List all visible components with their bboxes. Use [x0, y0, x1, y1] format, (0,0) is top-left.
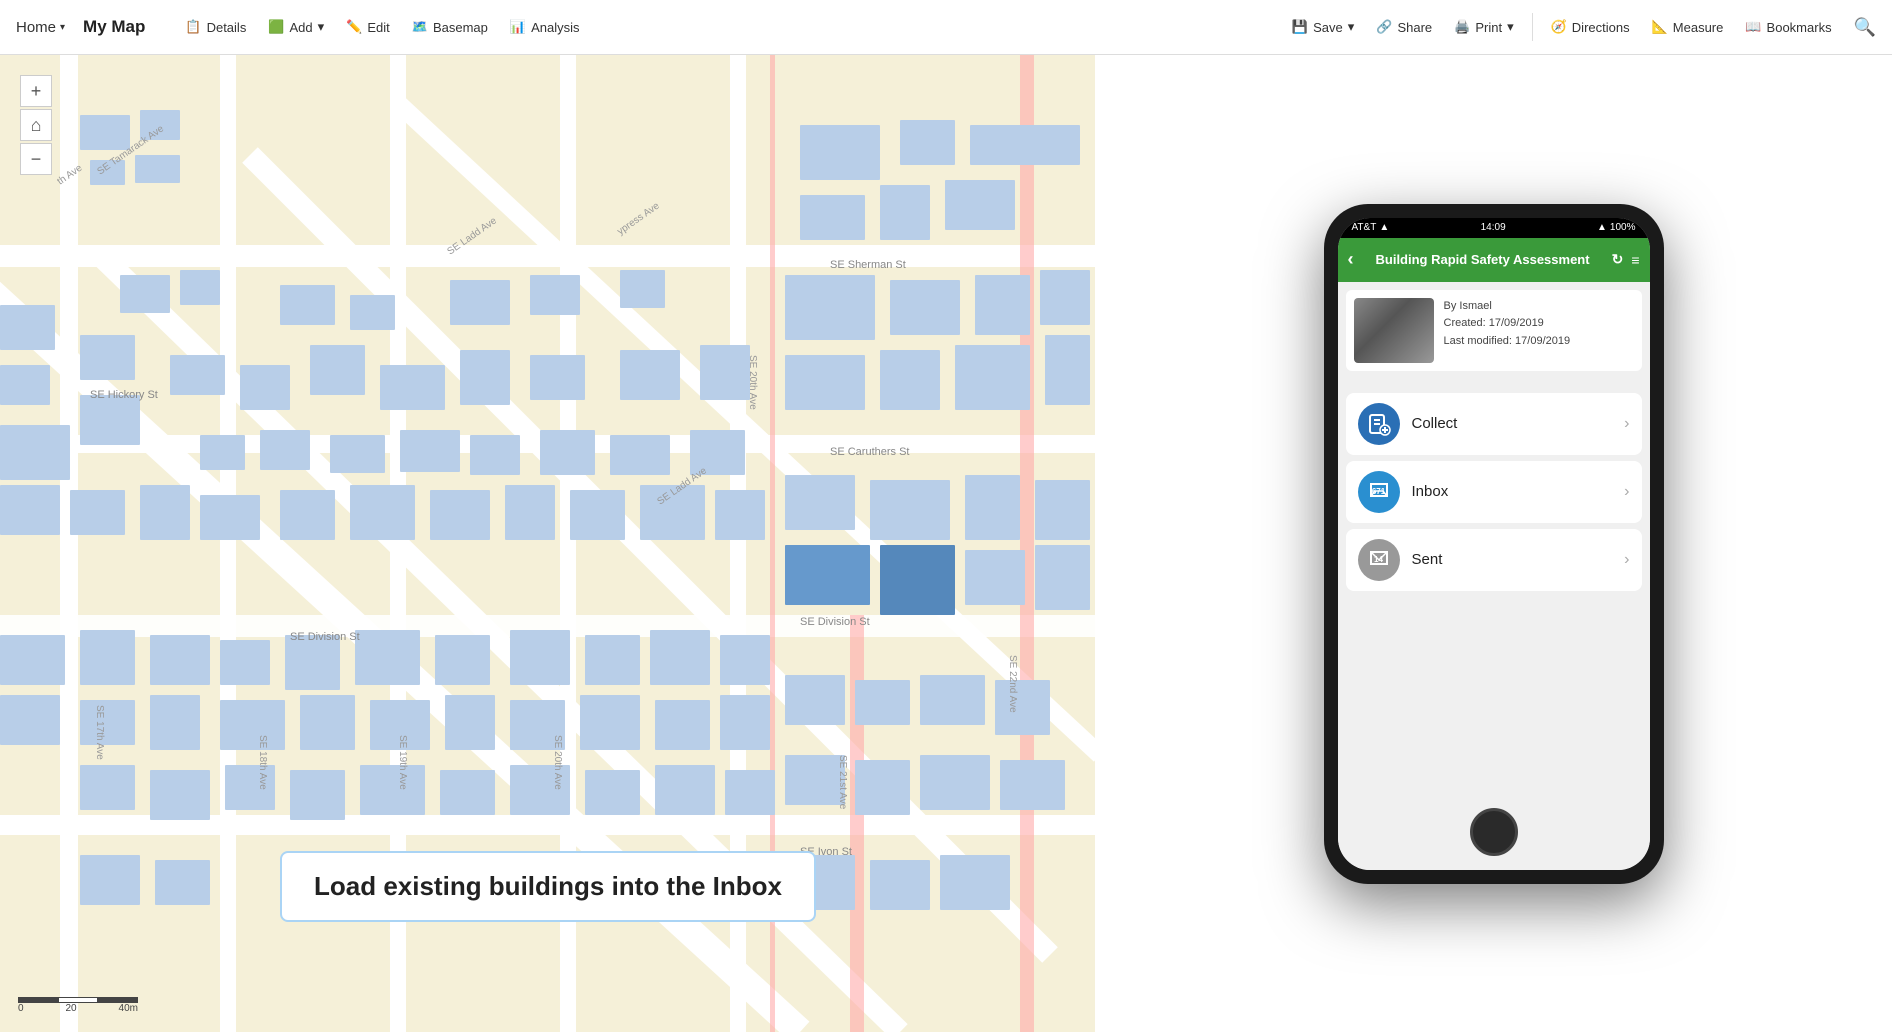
back-button[interactable]: ‹ [1348, 249, 1354, 270]
details-button[interactable]: 📋 Details [175, 13, 256, 41]
details-icon: 📋 [185, 19, 201, 35]
map-controls: + ⌂ − [20, 75, 52, 175]
measure-button[interactable]: 📐 Measure [1642, 13, 1734, 41]
share-icon: 🔗 [1376, 19, 1392, 35]
home-extent-button[interactable]: ⌂ [20, 109, 52, 141]
sent-icon: 14 [1358, 539, 1400, 581]
inbox-badge: 671 [1358, 471, 1400, 513]
phone-mockup: AT&T ▲ 14:09 ▲ 100% ‹ Building Rapid Saf… [1324, 204, 1664, 884]
svg-text:SE Hickory St: SE Hickory St [90, 389, 158, 401]
tooltip-text: Load existing buildings into the Inbox [314, 871, 782, 901]
toolbar-left: 📋 Details 🟩 Add ▾ ✏️ Edit 🗺️ Basemap 📊 A… [175, 13, 589, 41]
svg-text:SE Caruthers St: SE Caruthers St [830, 446, 909, 458]
collect-menu-item[interactable]: Collect › [1346, 393, 1642, 455]
save-dropdown-icon: ▾ [1348, 19, 1355, 35]
bookmarks-button[interactable]: 📖 Bookmarks [1735, 13, 1841, 41]
sync-icon[interactable]: ↻ [1612, 251, 1624, 268]
map-title: My Map [83, 17, 145, 37]
svg-text:SE 18th Ave: SE 18th Ave [257, 735, 268, 790]
sent-menu-item[interactable]: 14 Sent › [1346, 529, 1642, 591]
topbar: Home ▾ My Map 📋 Details 🟩 Add ▾ ✏️ Edit … [0, 0, 1892, 55]
print-dropdown-icon: ▾ [1507, 19, 1514, 35]
battery-label: 100% [1610, 222, 1636, 233]
svg-text:SE Division St: SE Division St [290, 631, 360, 643]
svg-text:SE 21st Ave: SE 21st Ave [837, 755, 848, 810]
inbox-chevron-icon: › [1624, 483, 1629, 501]
survey-info: By Ismael Created: 17/09/2019 Last modif… [1444, 298, 1571, 351]
home-button[interactable]: Home ▾ [16, 19, 65, 36]
add-dropdown-icon: ▾ [318, 19, 325, 35]
sent-label: Sent [1412, 551, 1613, 568]
author-label: By Ismael [1444, 298, 1571, 316]
directions-icon: 🧭 [1551, 19, 1567, 35]
analysis-icon: 📊 [510, 19, 526, 35]
right-panel: AT&T ▲ 14:09 ▲ 100% ‹ Building Rapid Saf… [1095, 55, 1892, 1032]
add-icon: 🟩 [268, 19, 284, 35]
share-button[interactable]: 🔗 Share [1366, 13, 1442, 41]
search-button[interactable]: 🔍 [1854, 17, 1876, 38]
svg-text:SE 20th Ave: SE 20th Ave [747, 355, 758, 410]
edit-button[interactable]: ✏️ Edit [336, 13, 400, 41]
print-icon: 🖨️ [1454, 19, 1470, 35]
sent-badge: 14 [1358, 539, 1400, 581]
inbox-menu-item[interactable]: 671 Inbox › [1346, 461, 1642, 523]
map-tooltip: Load existing buildings into the Inbox [280, 851, 816, 922]
save-button[interactable]: 💾 Save ▾ [1282, 13, 1364, 41]
basemap-icon: 🗺️ [412, 19, 428, 35]
app-header-title: Building Rapid Safety Assessment [1362, 252, 1604, 267]
time-label: 14:09 [1481, 222, 1506, 233]
home-label: Home [16, 19, 56, 36]
sent-chevron-icon: › [1624, 551, 1629, 569]
inbox-label: Inbox [1412, 483, 1613, 500]
toolbar-separator [1532, 13, 1533, 41]
analysis-button[interactable]: 📊 Analysis [500, 13, 590, 41]
created-label: Created: 17/09/2019 [1444, 315, 1571, 333]
menu-icon[interactable]: ≡ [1631, 252, 1639, 268]
svg-text:SE 20th Ave: SE 20th Ave [552, 735, 563, 790]
collect-label: Collect [1412, 415, 1613, 432]
save-icon: 💾 [1292, 19, 1308, 35]
phone-app-header: ‹ Building Rapid Safety Assessment ↻ ≡ [1338, 238, 1650, 282]
basemap-button[interactable]: 🗺️ Basemap [402, 13, 498, 41]
edit-icon: ✏️ [346, 19, 362, 35]
svg-text:SE 17th Ave: SE 17th Ave [94, 705, 105, 760]
wifi-icon: ▲ [1379, 222, 1389, 233]
collect-icon [1358, 403, 1400, 445]
svg-text:SE Sherman St: SE Sherman St [830, 259, 906, 271]
phone-screen: AT&T ▲ 14:09 ▲ 100% ‹ Building Rapid Saf… [1338, 218, 1650, 870]
carrier-label: AT&T [1352, 222, 1377, 233]
collect-chevron-icon: › [1624, 415, 1629, 433]
scale-bar: 0 20 40m [18, 997, 138, 1014]
phone-content-area: Collect › 671 Inbox › [1338, 379, 1650, 794]
directions-button[interactable]: 🧭 Directions [1541, 13, 1640, 41]
survey-thumbnail [1354, 298, 1434, 363]
measure-icon: 📐 [1652, 19, 1668, 35]
bookmarks-icon: 📖 [1745, 19, 1761, 35]
map-area[interactable]: SE Sherman St SE Hickory St SE Caruthers… [0, 55, 1095, 1032]
zoom-out-button[interactable]: − [20, 143, 52, 175]
phone-bottom-bar [1338, 794, 1650, 870]
add-button[interactable]: 🟩 Add ▾ [258, 13, 334, 41]
zoom-in-button[interactable]: + [20, 75, 52, 107]
toolbar-center: 💾 Save ▾ 🔗 Share 🖨️ Print ▾ 🧭 Directions… [1282, 13, 1876, 41]
modified-label: Last modified: 17/09/2019 [1444, 333, 1571, 351]
svg-text:SE 19th Ave: SE 19th Ave [397, 735, 408, 790]
home-dropdown-icon: ▾ [60, 22, 65, 33]
signal-icon: ▲ [1597, 222, 1607, 233]
svg-text:SE Division St: SE Division St [800, 616, 870, 628]
phone-status-bar: AT&T ▲ 14:09 ▲ 100% [1338, 218, 1650, 238]
scale-labels: 0 20 40m [18, 1003, 138, 1014]
inbox-icon: 671 [1358, 471, 1400, 513]
survey-card[interactable]: By Ismael Created: 17/09/2019 Last modif… [1346, 290, 1642, 371]
print-button[interactable]: 🖨️ Print ▾ [1444, 13, 1523, 41]
phone-home-button[interactable] [1470, 808, 1518, 856]
svg-text:SE 22nd Ave: SE 22nd Ave [1007, 655, 1018, 713]
